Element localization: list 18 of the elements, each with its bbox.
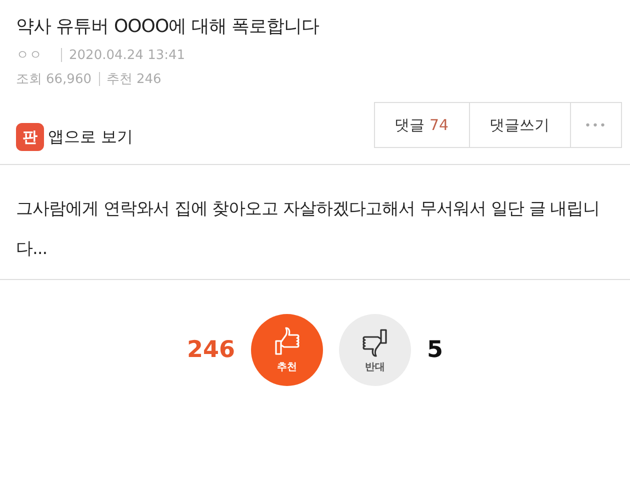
comments-button[interactable]: 댓글 74: [374, 102, 470, 148]
upvote-button[interactable]: 추천: [251, 314, 323, 386]
post-title: 약사 유튜버 OOOO에 대해 폭로합니다: [16, 15, 320, 38]
write-comment-button[interactable]: 댓글쓰기: [468, 102, 571, 148]
thumbs-up-icon: [272, 326, 302, 356]
post-date: 2020.04.24 13:41: [69, 48, 186, 62]
open-in-app-link[interactable]: 앱으로 보기: [48, 126, 134, 148]
upvote-count: 246: [186, 337, 235, 363]
downvote-button[interactable]: 반대: [339, 314, 411, 386]
views-label: 조회: [16, 71, 42, 88]
recommend-label: 추천: [106, 71, 132, 88]
app-icon[interactable]: 판: [16, 123, 44, 151]
recommend-count: 246: [136, 72, 162, 86]
post-body: 그사람에게 연락와서 집에 찾아오고 자살하겠다고해서 무서워서 일단 글 내립니다...: [16, 198, 601, 261]
views-count: 66,960: [46, 72, 92, 86]
downvote-count: 5: [427, 337, 444, 363]
author-name: ㅇㅇ: [16, 47, 42, 64]
thumbs-down-icon: [360, 326, 390, 356]
